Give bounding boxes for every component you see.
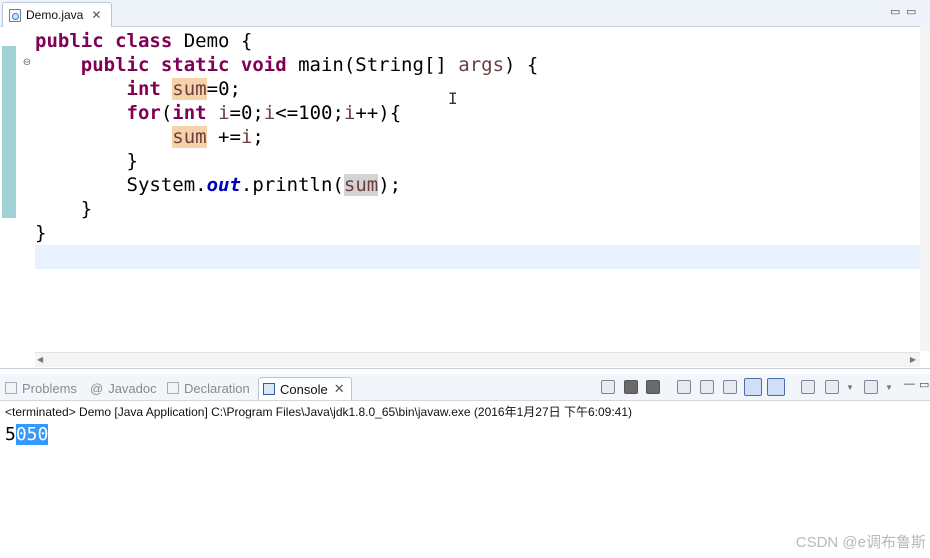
console-output[interactable]: 5050 — [5, 424, 49, 446]
declaration-icon — [167, 382, 179, 394]
current-line-highlight — [35, 245, 921, 269]
tab-problems[interactable]: Problems — [5, 377, 77, 399]
close-icon[interactable]: ✕ — [91, 9, 101, 21]
show-on-stdout-icon[interactable] — [744, 378, 762, 396]
display-console-icon[interactable] — [825, 380, 839, 394]
scroll-lock-icon[interactable] — [700, 380, 714, 394]
code-line-8: } — [80, 198, 93, 220]
word-wrap-icon[interactable] — [723, 380, 737, 394]
tab-label: Demo.java — [26, 8, 84, 22]
editor-pane: Demo.java ✕ ▭ ▭ ⊖ public class Demo { pu… — [0, 0, 930, 369]
scroll-left-icon[interactable]: ◀ — [37, 355, 43, 364]
code-line-2: public static void main(String[] args) { — [80, 54, 539, 76]
code-line-5: sum +=i; — [172, 126, 264, 148]
console-icon — [263, 383, 275, 395]
remove-launch-icon[interactable] — [624, 380, 638, 394]
console-status: <terminated> Demo [Java Application] C:\… — [5, 405, 632, 419]
problems-icon — [5, 382, 17, 394]
fold-collapse-icon[interactable]: ⊖ — [22, 58, 32, 68]
code-line-9: } — [35, 222, 47, 244]
editor-tabbar: Demo.java ✕ ▭ ▭ — [0, 0, 930, 27]
open-console-icon[interactable] — [864, 380, 878, 394]
chevron-down-icon[interactable]: ▼ — [885, 383, 893, 392]
tab-demo-java[interactable]: Demo.java ✕ — [2, 2, 112, 27]
scroll-right-icon[interactable]: ▶ — [910, 355, 916, 364]
code-line-3: int sum=0; — [126, 78, 241, 100]
editor-horizontal-scrollbar[interactable]: ◀ ▶ — [35, 352, 920, 367]
editor-vertical-scrollbar[interactable] — [920, 26, 930, 351]
tab-declaration[interactable]: Declaration — [167, 377, 250, 399]
console-pane: Problems @ Javadoc Declaration Console ✕… — [0, 374, 930, 558]
code-line-4: for(int i=0;i<=100;i++){ — [126, 102, 402, 124]
clear-console-icon[interactable] — [677, 380, 691, 394]
console-tabbar: Problems @ Javadoc Declaration Console ✕… — [0, 374, 930, 401]
maximize-icon[interactable]: ▭ — [919, 378, 929, 391]
maximize-icon[interactable]: ▭ — [906, 5, 916, 18]
javadoc-icon: @ — [90, 380, 104, 396]
code-line-7: System.out.println(sum); — [126, 174, 402, 196]
code-area[interactable]: public class Demo { public static void m… — [35, 29, 538, 245]
close-icon[interactable]: ✕ — [334, 381, 345, 397]
watermark: CSDN @e调布鲁斯 — [795, 534, 926, 551]
show-on-stderr-icon[interactable] — [767, 378, 785, 396]
code-line-1: public class Demo { — [35, 30, 253, 52]
minimize-icon[interactable]: ▭ — [890, 5, 900, 18]
change-ruler — [2, 46, 16, 218]
minimize-icon[interactable]: — — [904, 378, 915, 390]
java-file-icon — [9, 8, 21, 22]
remove-all-terminated-icon[interactable] — [646, 380, 660, 394]
selected-output: 050 — [15, 424, 49, 445]
terminate-icon[interactable] — [601, 380, 615, 394]
tab-console[interactable]: Console ✕ — [258, 377, 352, 400]
code-line-6: } — [126, 150, 138, 172]
tab-javadoc[interactable]: @ Javadoc — [90, 377, 157, 399]
text-cursor-icon: I — [448, 89, 458, 108]
pin-console-icon[interactable] — [801, 380, 815, 394]
chevron-down-icon[interactable]: ▼ — [846, 383, 854, 392]
